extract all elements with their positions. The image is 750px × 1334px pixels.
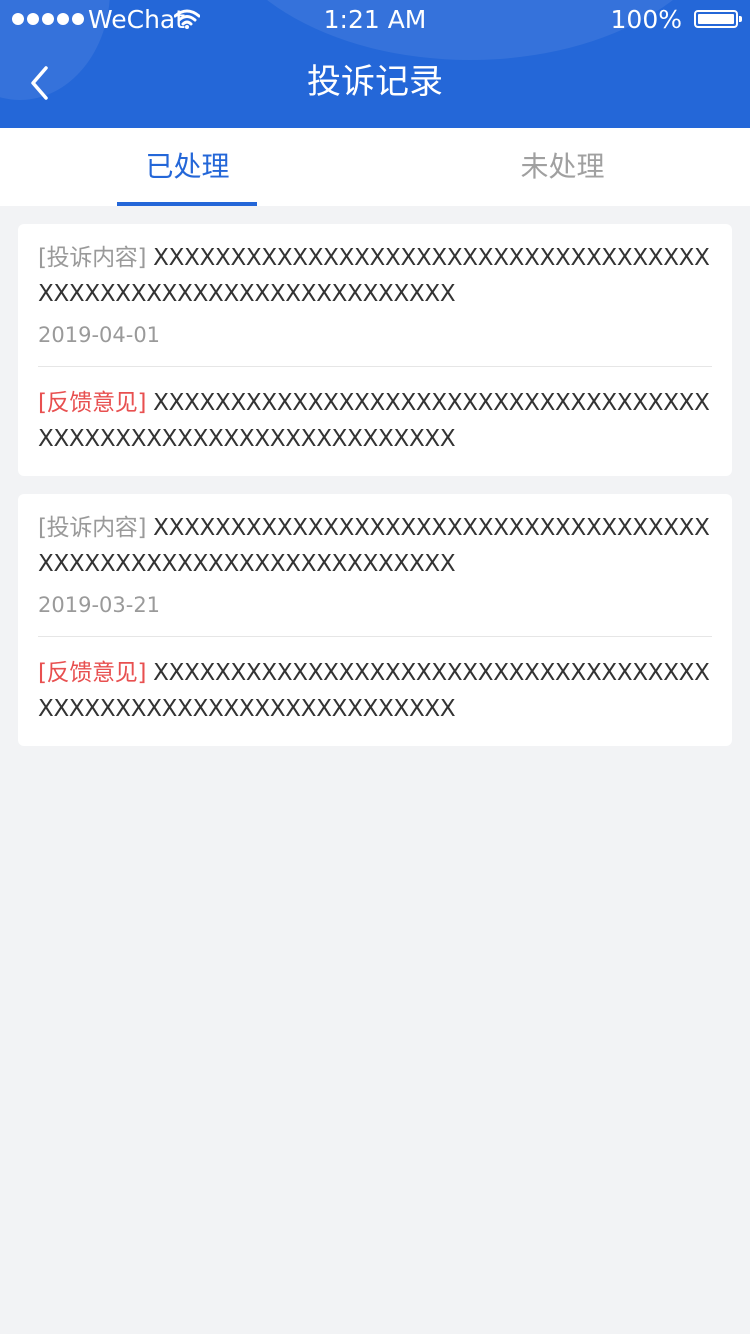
active-tab-indicator xyxy=(117,202,257,206)
battery-percentage: 100% xyxy=(610,5,682,34)
divider xyxy=(38,366,712,367)
complaint-label: [投诉内容] xyxy=(38,515,147,541)
tab-bar: 已处理 未处理 xyxy=(0,128,750,206)
tab-unprocessed[interactable]: 未处理 xyxy=(375,128,750,206)
record-card[interactable]: [投诉内容] XXXXXXXXXXXXXXXXXXXXXXXXXXXXXXXXX… xyxy=(18,224,732,476)
feedback-label: [反馈意见] xyxy=(38,660,147,686)
record-date: 2019-04-01 xyxy=(38,323,161,347)
record-card[interactable]: [投诉内容] XXXXXXXXXXXXXXXXXXXXXXXXXXXXXXXXX… xyxy=(18,494,732,746)
complaint-content: [投诉内容] XXXXXXXXXXXXXXXXXXXXXXXXXXXXXXXXX… xyxy=(38,240,712,312)
tab-processed[interactable]: 已处理 xyxy=(0,128,375,206)
complaint-content: [投诉内容] XXXXXXXXXXXXXXXXXXXXXXXXXXXXXXXXX… xyxy=(38,510,712,582)
divider xyxy=(38,636,712,637)
feedback-content: [反馈意见] XXXXXXXXXXXXXXXXXXXXXXXXXXXXXXXXX… xyxy=(38,385,712,457)
feedback-content: [反馈意见] XXXXXXXXXXXXXXXXXXXXXXXXXXXXXXXXX… xyxy=(38,655,712,727)
feedback-label: [反馈意见] xyxy=(38,390,147,416)
nav-header: WeChat 1:21 AM 100% 投诉记录 xyxy=(0,0,750,128)
page-title: 投诉记录 xyxy=(307,62,443,102)
complaint-label: [投诉内容] xyxy=(38,245,147,271)
status-bar: WeChat 1:21 AM 100% xyxy=(0,0,750,40)
record-date: 2019-03-21 xyxy=(38,593,161,617)
battery-icon xyxy=(694,10,742,28)
